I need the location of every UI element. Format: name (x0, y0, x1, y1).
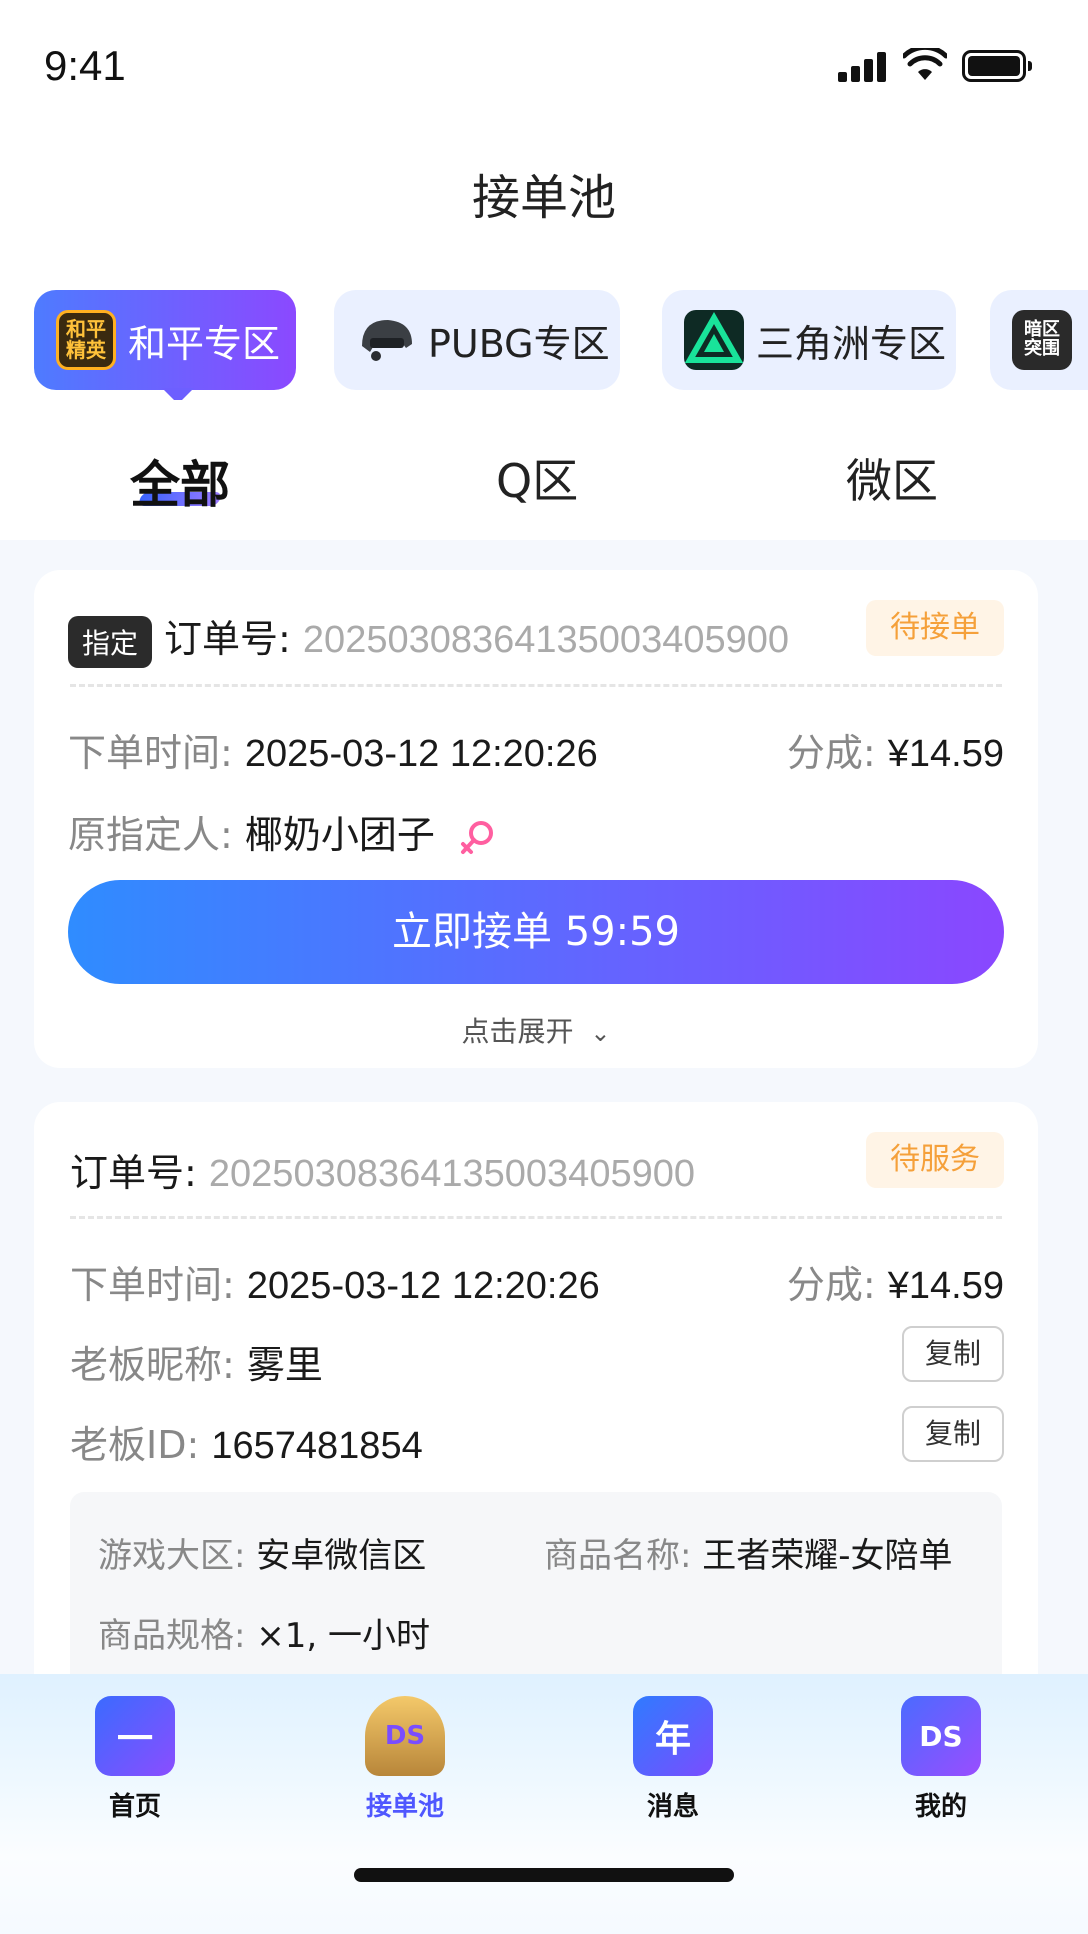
divider (70, 1216, 1002, 1219)
spec-label: 商品规格: (98, 1616, 246, 1656)
zone-tab-delta[interactable]: 三角洲专区 (662, 290, 956, 390)
nav-home[interactable]: 一 首页 (60, 1696, 210, 1823)
nav-messages[interactable]: 年 消息 (598, 1696, 748, 1823)
zone-tab-darkzone[interactable]: 暗区 突围 (990, 290, 1088, 390)
region-label: 游戏大区: (98, 1536, 246, 1576)
product-name: 王者荣耀-女陪单 (702, 1536, 953, 1576)
share-label: 分成: (786, 1263, 876, 1307)
home-icon: 一 (95, 1696, 175, 1776)
delta-force-icon (684, 310, 744, 370)
product-label: 商品名称: (544, 1536, 692, 1576)
status-badge: 待接单 (866, 600, 1004, 656)
page-title: 接单池 (471, 170, 616, 226)
status-time: 9:41 (44, 42, 126, 89)
boss-nick-row: 老板昵称: 雾里 (70, 1334, 323, 1389)
order-no-label: 订单号: (164, 617, 291, 661)
share-label: 分成: (786, 731, 876, 775)
zone-label: 和平专区 (128, 321, 281, 366)
peace-elite-icon: 和平 精英 (56, 310, 116, 370)
order-header: 订单号: 20250308364135003405900 (70, 1142, 695, 1197)
order-header: 指定 订单号: 20250308364135003405900 (68, 608, 789, 668)
spec: ×1, 一小时 (256, 1616, 431, 1656)
order-time-row: 下单时间: 2025-03-12 12:20:26 (68, 722, 598, 777)
share-amount: ¥14.59 (887, 1265, 1004, 1307)
designated-tag: 指定 (68, 615, 153, 668)
designee-row: 原指定人: 椰奶小团子 (68, 804, 497, 859)
order-time-label: 下单时间: (68, 731, 233, 775)
share-row: 分成: ¥14.59 (787, 1254, 1004, 1309)
expand-label: 点击展开 (461, 1015, 574, 1048)
nav-label: 首页 (108, 1792, 161, 1822)
accept-order-button[interactable]: 立即接单 59:59 (68, 880, 1004, 984)
zone-tab-pubg[interactable]: PUBG专区 (334, 290, 620, 390)
order-card: 指定 订单号: 20250308364135003405900 待接单 下单时间:… (34, 570, 1038, 1068)
order-number: 20250308364135003405900 (302, 619, 789, 661)
order-time-label: 下单时间: (70, 1263, 235, 1307)
nav-label: 我的 (914, 1792, 967, 1822)
order-no-label: 订单号: (70, 1151, 197, 1195)
battery-icon (962, 50, 1032, 82)
zone-label: 三角洲专区 (756, 321, 947, 366)
product-row: 商品名称: 王者荣耀-女陪单 (544, 1528, 953, 1577)
region-row: 游戏大区: 安卓微信区 (98, 1528, 426, 1577)
status-badge: 待服务 (866, 1132, 1004, 1188)
tab-wechat-zone[interactable]: 微区 (846, 445, 938, 511)
nav-order-pool[interactable]: DS 接单池 (330, 1696, 480, 1823)
divider (70, 684, 1002, 687)
designee-label: 原指定人: (68, 813, 233, 857)
status-bar: 9:41 (0, 0, 1088, 130)
copy-id-button[interactable]: 复制 (902, 1406, 1004, 1462)
tab-all[interactable]: 全部 (130, 445, 230, 517)
bottom-nav: 一 首页 DS 接单池 年 消息 DS 我的 (0, 1674, 1088, 1934)
profile-icon: DS (901, 1696, 981, 1776)
zone-label: PUBG专区 (428, 321, 610, 366)
zone-tabs: 和平 精英 和平专区 PUBG专区 三角洲专区 暗区 突围 (0, 290, 1088, 400)
order-time-row: 下单时间: 2025-03-12 12:20:26 (70, 1254, 600, 1309)
message-icon: 年 (633, 1696, 713, 1776)
tab-q-zone[interactable]: Q区 (496, 445, 578, 511)
order-number: 20250308364135003405900 (208, 1153, 695, 1195)
pubg-helmet-icon (362, 320, 412, 361)
boss-nick: 雾里 (246, 1343, 323, 1387)
nav-label: 接单池 (365, 1792, 444, 1822)
boss-id-row: 老板ID: 1657481854 (70, 1414, 423, 1469)
copy-nick-button[interactable]: 复制 (902, 1326, 1004, 1382)
female-icon (461, 820, 494, 854)
zone-tab-peace[interactable]: 和平 精英 和平专区 (34, 290, 296, 400)
order-time: 2025-03-12 12:20:26 (244, 733, 598, 775)
nav-profile[interactable]: DS 我的 (866, 1696, 1016, 1823)
designee-name: 椰奶小团子 (244, 813, 435, 857)
chevron-down-icon: ⌄ (590, 1019, 611, 1047)
region: 安卓微信区 (256, 1536, 427, 1576)
boss-nick-label: 老板昵称: (70, 1343, 235, 1387)
home-indicator (354, 1868, 734, 1882)
share-row: 分成: ¥14.59 (787, 722, 1004, 777)
wifi-icon (903, 48, 947, 80)
boss-id: 1657481854 (211, 1425, 423, 1467)
order-pool-trophy-icon: DS (365, 1696, 445, 1776)
share-amount: ¥14.59 (887, 733, 1004, 775)
spec-row: 商品规格: ×1, 一小时 (98, 1608, 430, 1657)
order-time: 2025-03-12 12:20:26 (246, 1265, 600, 1307)
signal-icon (838, 52, 890, 82)
dark-zone-icon: 暗区 突围 (1012, 310, 1072, 370)
expand-toggle[interactable]: 点击展开 ⌄ (34, 1010, 1038, 1050)
nav-label: 消息 (646, 1792, 699, 1822)
boss-id-label: 老板ID: (70, 1423, 200, 1467)
